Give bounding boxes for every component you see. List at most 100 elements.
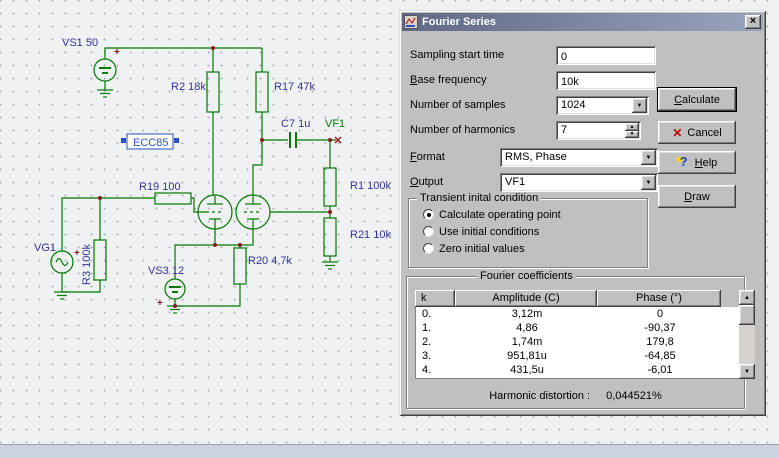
coefficients-table[interactable]: k Amplitude (C) Phase (°) 0. 3,12m 0 1. … bbox=[415, 290, 755, 379]
scroll-up-icon[interactable]: ▲ bbox=[739, 290, 755, 305]
cell-phase: 0 bbox=[656, 308, 664, 320]
radio-calculate-operating-point[interactable]: Calculate operating point bbox=[423, 208, 561, 221]
resistor-r17[interactable] bbox=[255, 71, 269, 113]
radio-use-initial-conditions[interactable]: Use initial conditions bbox=[423, 225, 539, 238]
ground-vg1[interactable] bbox=[53, 291, 71, 300]
scroll-down-icon[interactable]: ▼ bbox=[739, 364, 755, 379]
resistor-r21[interactable] bbox=[323, 217, 337, 257]
label-vs3[interactable]: VS3 12 bbox=[148, 265, 184, 277]
wire-anode2[interactable] bbox=[252, 140, 263, 195]
dialog-titlebar[interactable]: Fourier Series × bbox=[402, 13, 763, 31]
sampling-start-time-label: Sampling start time bbox=[410, 49, 505, 61]
fourier-series-dialog: Fourier Series × Sampling start time Bas… bbox=[399, 10, 766, 416]
cell-phase: -6,01 bbox=[647, 364, 673, 376]
output-label: Output bbox=[410, 176, 444, 188]
capacitor-c7[interactable] bbox=[289, 132, 297, 148]
circuit-schematic[interactable]: VS1 50 R2 18k R17 47k C7 1u VF1 R19 100 … bbox=[0, 0, 400, 458]
ground-vs1[interactable] bbox=[96, 89, 114, 98]
resistor-r1[interactable] bbox=[323, 167, 337, 207]
resistor-r3[interactable] bbox=[93, 239, 107, 281]
table-scrollbar[interactable]: ▲ ▼ bbox=[739, 290, 755, 379]
output-combo[interactable]: VF1 ▼ bbox=[500, 173, 658, 192]
resistor-r2[interactable] bbox=[206, 71, 220, 113]
calculate-button-label: Calculate bbox=[674, 93, 720, 106]
label-r2[interactable]: R2 18k bbox=[171, 81, 206, 93]
resistor-r20[interactable] bbox=[233, 247, 247, 285]
label-r17[interactable]: R17 47k bbox=[274, 81, 315, 93]
radio-label: Zero initial values bbox=[439, 242, 525, 255]
base-frequency-input[interactable] bbox=[556, 71, 656, 90]
cancel-x-icon: ✕ bbox=[672, 125, 683, 140]
format-combo[interactable]: RMS, Phase ▼ bbox=[500, 148, 658, 167]
vs3-source[interactable] bbox=[164, 278, 186, 300]
cancel-button[interactable]: ✕ Cancel bbox=[658, 121, 736, 144]
label-ecc85[interactable]: ECC85 bbox=[133, 137, 168, 149]
coefficients-table-body: 0. 3,12m 0 1. 4,86 -90,37 2. 1,74m 179,8… bbox=[415, 307, 739, 379]
output-dropdown-arrow-icon[interactable]: ▼ bbox=[641, 175, 656, 190]
table-row[interactable]: 1. 4,86 -90,37 bbox=[416, 321, 739, 335]
vs1-plus-icon: + bbox=[114, 47, 120, 58]
cell-amplitude: 1,74m bbox=[511, 336, 543, 348]
close-button[interactable]: × bbox=[745, 15, 761, 29]
radio-button-icon[interactable] bbox=[423, 243, 434, 254]
harmonic-distortion-row: Harmonic distortion : 0,044521% bbox=[407, 389, 744, 403]
cell-k: 3. bbox=[422, 350, 432, 362]
table-row[interactable]: 4. 431,5u -6,01 bbox=[416, 363, 739, 377]
wire-cathodes[interactable] bbox=[214, 229, 254, 246]
vs3-plus-icon: + bbox=[157, 298, 163, 309]
radio-zero-initial-values[interactable]: Zero initial values bbox=[423, 242, 525, 255]
header-phase: Phase (°) bbox=[597, 290, 721, 307]
fourier-coefficients-group: Fourier coefficients k Amplitude (C) Pha… bbox=[406, 270, 755, 409]
number-of-harmonics-spinner[interactable]: 7 ▲ ▼ bbox=[556, 121, 641, 140]
help-question-icon: ? bbox=[675, 154, 690, 169]
resistor-r19[interactable] bbox=[154, 192, 192, 205]
table-row[interactable]: 2. 1,74m 179,8 bbox=[416, 335, 739, 349]
harmonics-spin-down-icon[interactable]: ▼ bbox=[625, 130, 639, 138]
selection-handle-right[interactable] bbox=[174, 138, 179, 143]
cell-k: 2. bbox=[422, 336, 432, 348]
triode-tube-2[interactable] bbox=[235, 194, 271, 230]
vs3-battery-icon bbox=[169, 286, 181, 293]
label-r19[interactable]: R19 100 bbox=[139, 181, 181, 193]
scrollbar-thumb[interactable] bbox=[739, 305, 755, 325]
label-vg1[interactable]: VG1 bbox=[34, 242, 56, 254]
label-r3[interactable]: R3 100k bbox=[81, 244, 93, 285]
calculate-button[interactable]: Calculate bbox=[657, 87, 737, 112]
label-r21[interactable]: R21 10k bbox=[350, 229, 391, 241]
cell-k: 0. bbox=[422, 308, 432, 320]
label-r20[interactable]: R20 4,7k bbox=[248, 255, 293, 267]
selection-handle-left[interactable] bbox=[121, 138, 126, 143]
harmonic-distortion-label: Harmonic distortion : bbox=[489, 390, 591, 402]
transient-condition-group: Transient inital condition Calculate ope… bbox=[408, 192, 648, 268]
base-frequency-label: Base frequency bbox=[410, 74, 487, 86]
radio-button-icon[interactable] bbox=[423, 209, 434, 220]
format-value: RMS, Phase bbox=[505, 151, 567, 163]
output-value: VF1 bbox=[505, 176, 526, 188]
label-vs1[interactable]: VS1 50 bbox=[62, 37, 98, 49]
samples-dropdown-arrow-icon[interactable]: ▼ bbox=[632, 98, 647, 113]
label-c7[interactable]: C7 1u bbox=[281, 118, 310, 130]
help-button[interactable]: ? Help bbox=[658, 151, 736, 174]
harmonics-spin-up-icon[interactable]: ▲ bbox=[625, 123, 639, 131]
components[interactable] bbox=[50, 58, 339, 314]
vg1-sine-icon bbox=[55, 257, 69, 267]
label-vf1[interactable]: VF1 bbox=[325, 118, 345, 130]
number-of-samples-label: Number of samples bbox=[410, 99, 506, 111]
table-row[interactable]: 3. 951,81u -64,85 bbox=[416, 349, 739, 363]
sampling-start-time-input[interactable] bbox=[556, 46, 656, 65]
header-amplitude: Amplitude (C) bbox=[455, 290, 597, 307]
format-dropdown-arrow-icon[interactable]: ▼ bbox=[641, 150, 656, 165]
wire-top-rail[interactable] bbox=[104, 47, 262, 59]
label-r1[interactable]: R1 100k bbox=[350, 180, 391, 192]
number-of-samples-combo[interactable]: 1024 ▼ bbox=[556, 96, 649, 115]
radio-button-icon[interactable] bbox=[423, 226, 434, 237]
number-of-harmonics-label: Number of harmonics bbox=[410, 124, 516, 136]
format-label: Format bbox=[410, 151, 445, 163]
table-row[interactable]: 0. 3,12m 0 bbox=[416, 307, 739, 321]
draw-button[interactable]: Draw bbox=[658, 185, 736, 208]
coefficients-group-title: Fourier coefficients bbox=[477, 270, 576, 282]
ecc85-selection[interactable]: ECC85 bbox=[121, 133, 179, 150]
cell-k: 1. bbox=[422, 322, 432, 334]
ground-r21[interactable] bbox=[321, 261, 339, 270]
vs1-source[interactable] bbox=[93, 58, 117, 82]
